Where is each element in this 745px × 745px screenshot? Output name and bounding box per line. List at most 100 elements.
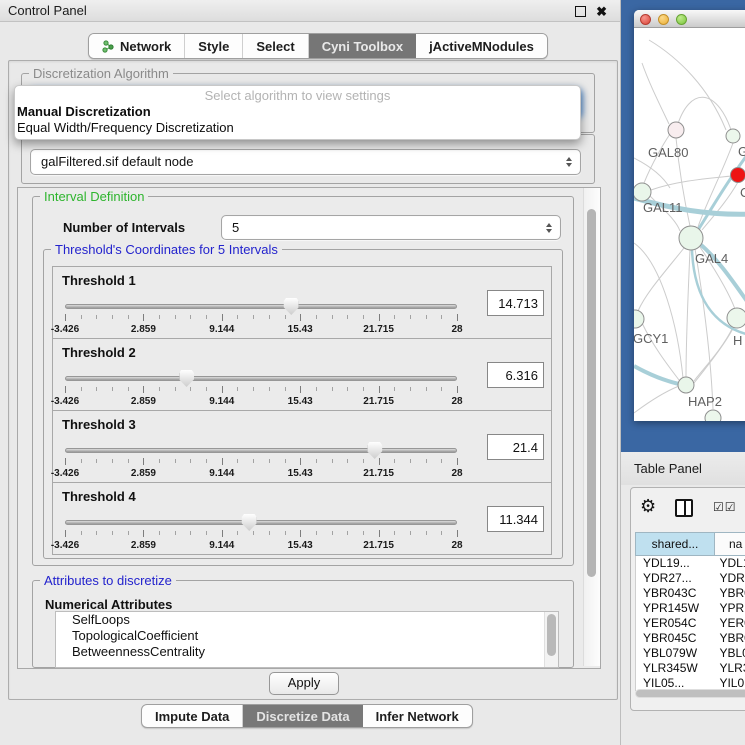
number-of-intervals-combobox[interactable]: 5: [221, 215, 561, 240]
threshold-2-slider[interactable]: -3.4262.8599.14415.4321.71528: [65, 369, 457, 409]
tab-infer-network[interactable]: Infer Network: [363, 705, 472, 727]
threshold-3-slider[interactable]: -3.4262.8599.14415.4321.71528: [65, 441, 457, 481]
tab-style[interactable]: Style: [185, 34, 243, 58]
tick-mark: [269, 531, 270, 535]
table-row[interactable]: YBR043CYBR0: [636, 586, 745, 601]
table-toolbar: ⚙ ☑☑: [631, 488, 745, 528]
tab-jactivemnodules[interactable]: jActiveMNodules: [416, 34, 547, 58]
threshold-1-value-field[interactable]: 14.713: [487, 290, 544, 316]
tick-mark: [441, 387, 442, 391]
slider-track[interactable]: [65, 376, 457, 381]
network-node-red-node[interactable]: [731, 168, 745, 183]
tick-mark: [363, 315, 364, 319]
tick-mark: [65, 314, 66, 321]
tick-mark: [410, 531, 411, 535]
table-row[interactable]: YLR345WYLR3: [636, 661, 745, 676]
node-label: GAL4: [695, 251, 728, 266]
gear-icon[interactable]: ⚙: [640, 495, 656, 517]
vertical-scrollbar[interactable]: [583, 188, 600, 666]
network-node-H-partial[interactable]: [727, 308, 745, 328]
tick-mark: [332, 531, 333, 535]
table-row[interactable]: YBL079WYBL0: [636, 646, 745, 661]
horizontal-scrollbar[interactable]: [635, 689, 745, 698]
network-node-HAP2[interactable]: [678, 377, 694, 393]
network-edge: [642, 63, 669, 124]
threshold-4-slider[interactable]: -3.4262.8599.14415.4321.71528: [65, 513, 457, 553]
numerical-attributes-list[interactable]: SelfLoopsTopologicalCoefficientBetweenne…: [55, 611, 559, 668]
scrollbar-thumb[interactable]: [547, 614, 556, 656]
network-canvas[interactable]: GAL80G.CGAL11GAL4GCY1HHAP2: [634, 28, 745, 421]
threshold-3-value-field[interactable]: 21.4: [487, 434, 544, 460]
tick-label: 15.43: [288, 540, 313, 551]
table-row[interactable]: YER054CYER0: [636, 616, 745, 631]
tab-impute-data[interactable]: Impute Data: [142, 705, 243, 727]
column-header-shared-name[interactable]: shared...: [635, 532, 715, 556]
minimize-traffic-light-icon[interactable]: [658, 14, 669, 25]
network-node-bottom-partial[interactable]: [705, 410, 721, 421]
column-header-name[interactable]: na: [715, 532, 745, 556]
slider-track[interactable]: [65, 448, 457, 453]
tab-label: Cyni Toolbox: [322, 39, 403, 54]
list-item[interactable]: TopologicalCoefficient: [56, 628, 558, 644]
tick-mark: [347, 315, 348, 319]
slider-thumb[interactable]: [242, 514, 257, 531]
list-item[interactable]: BetweennessCentrality: [56, 644, 558, 660]
close-icon[interactable]: ✖: [596, 2, 607, 21]
menu-item-equal-width-frequency[interactable]: Equal Width/Frequency Discretization: [15, 120, 580, 136]
network-node-GAL11[interactable]: [634, 183, 651, 201]
right-column: GAL80G.CGAL11GAL4GCY1HHAP2 Table Panel ⚙…: [620, 0, 745, 745]
checkboxes-icon[interactable]: ☑☑: [713, 500, 737, 514]
node-label: C: [740, 185, 745, 200]
network-node-GAL4[interactable]: [679, 226, 703, 250]
threshold-4-value-field[interactable]: 11.344: [487, 506, 544, 532]
tick-mark: [394, 387, 395, 391]
network-node-G-partial[interactable]: [726, 129, 740, 143]
float-window-icon[interactable]: [575, 6, 586, 17]
scrollbar-thumb[interactable]: [587, 209, 596, 577]
node-label: H: [733, 333, 742, 348]
network-edge: [694, 327, 733, 381]
table-row[interactable]: YPR145WYPR1: [636, 601, 745, 616]
table-row[interactable]: YDL19...YDL1: [636, 556, 745, 571]
tab-cyni-toolbox[interactable]: Cyni Toolbox: [309, 34, 416, 58]
list-scrollbar[interactable]: [544, 612, 558, 667]
tick-mark: [347, 459, 348, 463]
interval-definition-group: Interval Definition Number of Intervals …: [32, 196, 574, 566]
close-traffic-light-icon[interactable]: [640, 14, 651, 25]
scrollbar-thumb[interactable]: [636, 690, 745, 697]
threshold-1-slider[interactable]: -3.4262.8599.14415.4321.71528: [65, 297, 457, 337]
tab-network[interactable]: Network: [89, 34, 185, 58]
tab-select[interactable]: Select: [243, 34, 308, 58]
tick-mark: [269, 315, 270, 319]
tick-mark: [175, 387, 176, 391]
slider-thumb[interactable]: [284, 298, 299, 315]
threshold-2-value-field[interactable]: 6.316: [487, 362, 544, 388]
slider-track[interactable]: [65, 304, 457, 309]
network-node-GAL80[interactable]: [668, 122, 684, 138]
tick-label: 21.715: [363, 540, 394, 551]
tick-mark: [253, 459, 254, 463]
tick-mark: [143, 386, 144, 393]
table-row[interactable]: YBR045CYBR0: [636, 631, 745, 646]
network-node-GCY1[interactable]: [634, 310, 644, 328]
slider-track[interactable]: [65, 520, 457, 525]
table-row[interactable]: YDR27...YDR2: [636, 571, 745, 586]
control-panel: Control Panel ✖ NetworkStyleSelectCyni T…: [0, 0, 620, 745]
tick-mark: [159, 459, 160, 463]
table-data-combobox[interactable]: galFiltered.sif default node: [30, 149, 581, 175]
slider-thumb[interactable]: [367, 442, 382, 459]
tick-mark: [426, 387, 427, 391]
slider-thumb[interactable]: [179, 370, 194, 387]
menu-item-manual-discretization[interactable]: Manual Discretization: [15, 104, 580, 120]
tick-mark: [190, 315, 191, 319]
threshold-1-panel: Threshold 1-3.4262.8599.14415.4321.71528…: [52, 266, 552, 339]
tick-mark: [300, 530, 301, 537]
tab-discretize-data[interactable]: Discretize Data: [243, 705, 362, 727]
list-item[interactable]: SelfLoops: [56, 612, 558, 628]
split-column-icon[interactable]: [675, 499, 693, 517]
combo-stepper-icon: [566, 157, 572, 167]
zoom-traffic-light-icon[interactable]: [676, 14, 687, 25]
tick-mark: [159, 387, 160, 391]
tick-mark: [426, 315, 427, 319]
apply-button[interactable]: Apply: [269, 672, 339, 695]
